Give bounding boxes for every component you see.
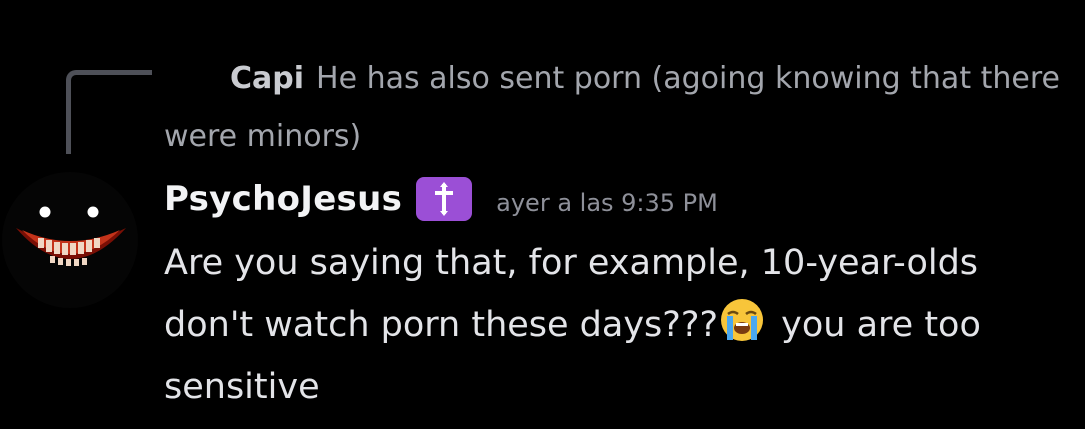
cross-badge-icon[interactable] xyxy=(416,177,473,221)
author-name[interactable]: PsychoJesus xyxy=(164,179,402,219)
reply-author[interactable]: Capi xyxy=(230,61,304,96)
loudly-crying-face-icon xyxy=(718,296,766,344)
message-header: PsychoJesus ayer a las 9:35 PM xyxy=(164,172,718,226)
chat-message: Capi He has also sent porn (agoing knowin… xyxy=(0,0,1085,429)
avatar-image xyxy=(2,172,138,308)
avatar[interactable] xyxy=(0,170,140,310)
message-content: Are you saying that, for example, 10-yea… xyxy=(164,232,1074,418)
reply-connector xyxy=(66,70,152,154)
reply-preview[interactable]: Capi He has also sent porn (agoing knowin… xyxy=(164,50,1069,166)
cross-icon xyxy=(435,182,454,216)
message-timestamp: ayer a las 9:35 PM xyxy=(496,189,718,217)
